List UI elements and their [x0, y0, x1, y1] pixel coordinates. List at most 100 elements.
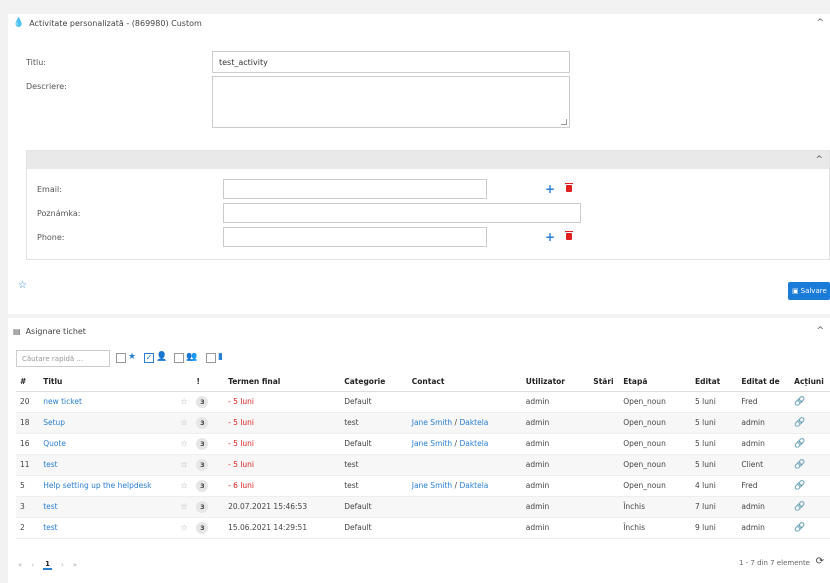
contact-name-link[interactable]: Jane Smith: [412, 439, 452, 448]
cell-category: test: [340, 454, 408, 476]
col-title[interactable]: Titlu: [39, 373, 177, 392]
collapse-fields-icon[interactable]: ^: [815, 155, 823, 165]
link-icon[interactable]: 🔗: [794, 502, 805, 512]
cell-title-link[interactable]: test: [39, 517, 177, 539]
cell-deadline: - 5 luni: [224, 454, 341, 476]
cell-contact: [407, 454, 522, 476]
link-icon[interactable]: 🔗: [794, 481, 805, 491]
contact-account-link[interactable]: Daktela: [459, 418, 488, 427]
col-id[interactable]: #: [16, 373, 40, 392]
cell-contact: [407, 496, 522, 518]
cell-title-link[interactable]: Setup: [39, 412, 177, 434]
star-outline-icon[interactable]: ☆: [180, 460, 187, 469]
filter-group-checkbox[interactable]: [174, 353, 184, 363]
link-icon[interactable]: 🔗: [794, 418, 805, 428]
pager-next-button[interactable]: ›: [61, 561, 64, 569]
cell-user: admin: [521, 496, 590, 518]
phone-input[interactable]: [223, 227, 487, 247]
filter-mine-checkbox[interactable]: ✓: [144, 353, 154, 363]
favorite-star-icon[interactable]: ☆: [18, 280, 27, 291]
table-row[interactable]: 3 test ☆ 3 20.07.2021 15:46:53 Default admin În…: [16, 496, 830, 518]
cell-fav[interactable]: ☆: [176, 517, 193, 539]
cell-title-link[interactable]: test: [39, 454, 177, 476]
collapse-activity-icon[interactable]: ^: [816, 18, 824, 28]
cell-category: test: [340, 412, 408, 434]
cell-fav[interactable]: ☆: [176, 496, 193, 518]
link-icon[interactable]: 🔗: [794, 397, 805, 407]
add-email-icon[interactable]: +: [545, 183, 555, 195]
cell-prio: 3: [192, 433, 225, 455]
star-outline-icon[interactable]: ☆: [180, 418, 187, 427]
link-icon[interactable]: 🔗: [794, 460, 805, 470]
collapse-ticket-icon[interactable]: ^: [816, 326, 824, 336]
cell-fav[interactable]: ☆: [176, 454, 193, 476]
titlu-input[interactable]: test_activity: [212, 51, 570, 73]
col-stage[interactable]: Etapă: [619, 373, 691, 392]
pager-current-page[interactable]: 1: [43, 560, 52, 570]
table-row[interactable]: 5 Help setting up the helpdesk ☆ 3 - 6 luni t…: [16, 475, 830, 497]
star-outline-icon[interactable]: ☆: [180, 439, 187, 448]
table-row[interactable]: 16 Quote ☆ 3 - 5 luni Default Jane Smith / Dak…: [16, 433, 830, 455]
activity-panel: 💧 Activitate personalizată - (869980) Cu…: [8, 14, 830, 314]
col-contact[interactable]: Contact: [407, 373, 522, 392]
cell-category: Default: [340, 433, 408, 455]
col-prio[interactable]: !: [192, 373, 225, 392]
cell-stage: Open_noun: [619, 475, 691, 497]
save-icon: ▣: [792, 287, 799, 295]
table-row[interactable]: 18 Setup ☆ 3 - 5 luni test Jane Smith / Daktel…: [16, 412, 830, 434]
table-row[interactable]: 11 test ☆ 3- 5 luni test admin Open_noun 5 luni…: [16, 454, 830, 476]
delete-phone-icon[interactable]: [565, 231, 573, 240]
poznamka-input[interactable]: [223, 203, 581, 223]
table-row[interactable]: 2 test ☆ 3 15.06.2021 14:29:51 Default admin În…: [16, 517, 830, 539]
delete-email-icon[interactable]: [565, 183, 573, 192]
filter-favorite-checkbox[interactable]: [116, 353, 126, 363]
save-button[interactable]: ▣ Salvare: [788, 282, 830, 300]
contact-name-link[interactable]: Jane Smith: [412, 418, 452, 427]
col-deadline[interactable]: Termen final: [224, 373, 341, 392]
col-user[interactable]: Utilizator: [521, 373, 590, 392]
link-icon[interactable]: 🔗: [794, 523, 805, 533]
descriere-textarea[interactable]: [212, 76, 570, 128]
pager-last-button[interactable]: »: [73, 561, 77, 569]
pager-prev-button[interactable]: ‹: [31, 561, 34, 569]
cell-fav[interactable]: ☆: [176, 433, 193, 455]
cell-fav[interactable]: ☆: [176, 475, 193, 497]
cell-category: Default: [340, 517, 408, 539]
cell-fav[interactable]: ☆: [176, 391, 193, 413]
cell-actions: 🔗: [790, 391, 830, 413]
cell-title-link[interactable]: Help setting up the helpdesk: [39, 475, 177, 497]
link-icon[interactable]: 🔗: [794, 439, 805, 449]
col-states[interactable]: Stări: [589, 373, 620, 392]
col-edited-by[interactable]: Editat de: [737, 373, 791, 392]
filter-archive-checkbox[interactable]: [206, 353, 216, 363]
resize-handle-icon[interactable]: [561, 119, 567, 125]
cell-title-link[interactable]: new ticket: [39, 391, 177, 413]
star-outline-icon[interactable]: ☆: [180, 523, 187, 532]
star-outline-icon[interactable]: ☆: [180, 481, 187, 490]
cell-actions: 🔗: [790, 433, 830, 455]
quick-search-input[interactable]: Căutare rapidă ...: [16, 350, 110, 367]
contact-account-link[interactable]: Daktela: [459, 481, 488, 490]
activity-header[interactable]: 💧 Activitate personalizată - (869980) Cu…: [8, 14, 830, 32]
contact-name-link[interactable]: Jane Smith: [412, 481, 452, 490]
cell-category: test: [340, 475, 408, 497]
cell-title-link[interactable]: Quote: [39, 433, 177, 455]
star-outline-icon[interactable]: ☆: [180, 397, 187, 406]
refresh-icon[interactable]: ⟳: [816, 556, 824, 567]
table-row[interactable]: 20 new ticket ☆ 3 - 5 luni Default admin Open_n…: [16, 391, 830, 413]
cell-fav[interactable]: ☆: [176, 412, 193, 434]
pager-first-button[interactable]: «: [18, 561, 22, 569]
priority-badge: 3: [196, 500, 209, 513]
contact-account-link[interactable]: Daktela: [459, 439, 488, 448]
ticket-header[interactable]: ▤ Asignare tichet: [8, 322, 830, 340]
col-edited[interactable]: Editat: [690, 373, 738, 392]
cell-title-link[interactable]: test: [39, 496, 177, 518]
cell-edited: 5 luni: [690, 433, 738, 455]
add-phone-icon[interactable]: +: [545, 231, 555, 243]
email-input[interactable]: [223, 179, 487, 199]
col-category[interactable]: Categorie: [340, 373, 408, 392]
contact-fields-header[interactable]: [27, 151, 829, 169]
cell-deadline: 20.07.2021 15:46:53: [224, 496, 341, 518]
star-outline-icon[interactable]: ☆: [180, 502, 187, 511]
cell-prio: 3: [192, 517, 225, 539]
